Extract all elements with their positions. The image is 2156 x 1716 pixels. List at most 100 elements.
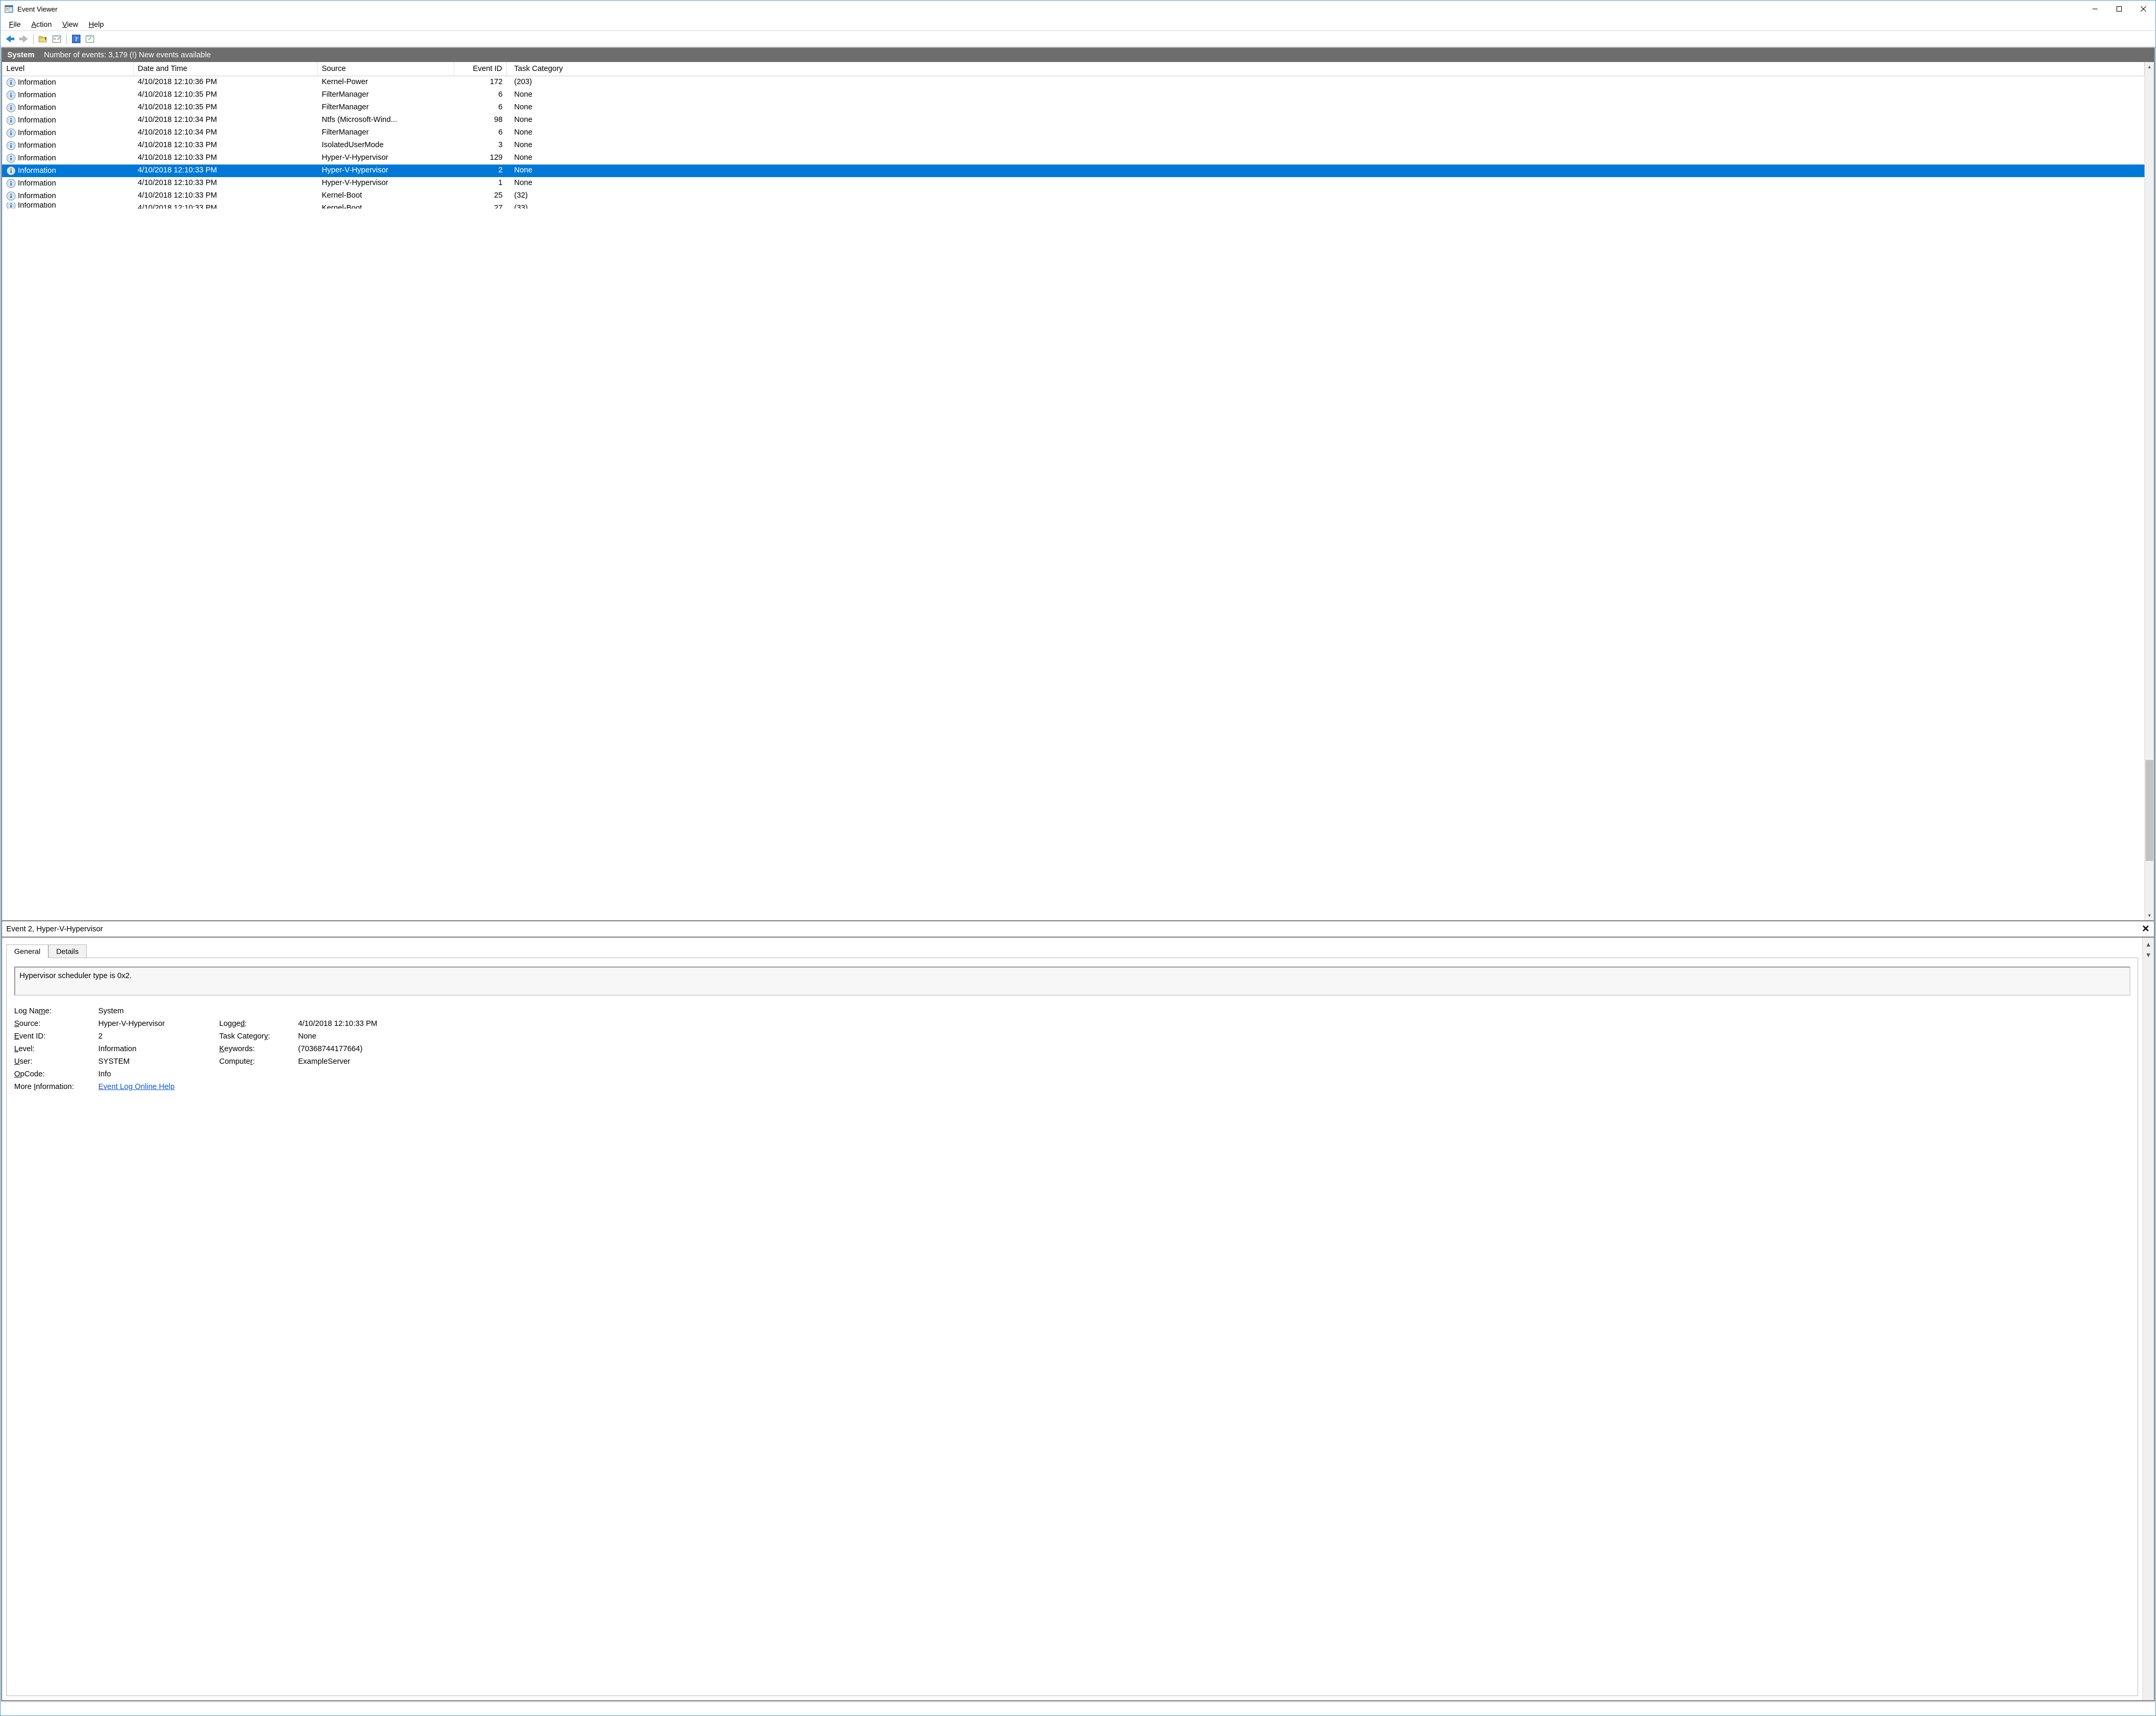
lbl-taskcat: Task Category:: [219, 1032, 298, 1041]
titlebar: Event Viewer: [1, 1, 2155, 17]
col-eventid[interactable]: Event ID: [454, 62, 507, 76]
scroll-up-icon[interactable]: ▴: [2145, 62, 2154, 71]
cell-taskcat: (203): [507, 76, 2144, 89]
col-taskcat[interactable]: Task Category: [507, 62, 2144, 76]
refresh-icon[interactable]: [84, 33, 96, 45]
properties-icon[interactable]: [50, 33, 63, 45]
col-source[interactable]: Source: [318, 62, 454, 76]
scroll-down-icon[interactable]: ▾: [2145, 911, 2154, 920]
tab-details[interactable]: Details: [48, 944, 87, 958]
cell-eventid: 6: [454, 101, 507, 114]
event-list-scrollbar[interactable]: ▴ ▾: [2144, 62, 2154, 920]
detail-close-button[interactable]: ✕: [2142, 923, 2150, 934]
cell-source: Hyper-V-Hypervisor: [318, 165, 454, 177]
cell-level: Information: [18, 192, 56, 200]
val-taskcat: None: [298, 1032, 2130, 1041]
cell-taskcat: (32): [507, 190, 2144, 202]
cell-level: Information: [18, 91, 56, 99]
scroll-up-small-icon[interactable]: ▲: [2145, 941, 2152, 948]
cell-source: FilterManager: [318, 89, 454, 101]
cell-level: Information: [18, 129, 56, 137]
val-source: Hyper-V-Hypervisor: [98, 1020, 219, 1028]
cell-date: 4/10/2018 12:10:33 PM: [134, 152, 318, 165]
detail-tabs: General Details: [2, 938, 2142, 958]
cell-taskcat: None: [507, 89, 2144, 101]
statusbar: [1, 1702, 2155, 1715]
cell-date: 4/10/2018 12:10:35 PM: [134, 101, 318, 114]
close-button[interactable]: [2131, 1, 2155, 17]
menu-file[interactable]: File: [4, 18, 26, 30]
up-level-icon[interactable]: [37, 33, 49, 45]
cell-level: Information: [18, 78, 56, 87]
tab-general[interactable]: General: [6, 944, 48, 958]
table-row[interactable]: Information 4/10/2018 12:10:33 PMHyper-V-…: [2, 177, 2144, 190]
table-row[interactable]: Information4/10/2018 12:10:33 PMKernel-B…: [2, 190, 2144, 202]
table-row[interactable]: Information4/10/2018 12:10:35 PMFilterMa…: [2, 89, 2144, 101]
table-row[interactable]: Information 4/10/2018 12:10:36 PMKernel-P…: [2, 76, 2144, 89]
cell-source: Kernel-Boot: [318, 190, 454, 202]
app-icon: [5, 5, 13, 13]
table-row[interactable]: Information4/10/2018 12:10:33 PMIsolated…: [2, 139, 2144, 152]
minimize-button[interactable]: [2083, 1, 2107, 17]
detail-title: Event 2, Hyper-V-Hypervisor: [6, 925, 103, 933]
val-computer: ExampleServer: [298, 1057, 2130, 1066]
window: Event Viewer File Action View Help: [0, 0, 2156, 1716]
svg-text:?: ?: [75, 35, 78, 43]
menu-view[interactable]: View: [57, 18, 84, 30]
val-logname: System: [98, 1007, 2130, 1015]
event-properties: Log Name: System Source: Hyper-V-Hypervi…: [14, 1007, 2130, 1091]
lbl-user: User:: [14, 1057, 98, 1066]
table-row[interactable]: Information4/10/2018 12:10:33 PMKernel-B…: [2, 202, 2144, 209]
col-level[interactable]: Level: [2, 62, 134, 76]
cell-source: Hyper-V-Hypervisor: [318, 177, 454, 190]
cell-taskcat: None: [507, 152, 2144, 165]
scroll-down-small-icon[interactable]: ▼: [2145, 951, 2152, 959]
log-count: Number of events: 3,179 (!) New events a…: [44, 51, 211, 59]
back-button[interactable]: [4, 33, 16, 45]
lbl-logged: Logged:: [219, 1020, 298, 1028]
log-name: System: [7, 51, 35, 59]
cell-eventid: 3: [454, 139, 507, 152]
table-row[interactable]: Information4/10/2018 12:10:35 PMFilterMa…: [2, 101, 2144, 114]
help-icon[interactable]: ?: [70, 33, 83, 45]
cell-date: 4/10/2018 12:10:36 PM: [134, 76, 318, 89]
maximize-button[interactable]: [2107, 1, 2131, 17]
cell-eventid: 6: [454, 89, 507, 101]
table-row[interactable]: Information4/10/2018 12:10:34 PMNtfs (Mi…: [2, 114, 2144, 127]
cell-date: 4/10/2018 12:10:33 PM: [134, 177, 318, 190]
menu-help[interactable]: Help: [84, 18, 109, 30]
menu-action[interactable]: Action: [26, 18, 57, 30]
cell-eventid: 129: [454, 152, 507, 165]
cell-date: 4/10/2018 12:10:34 PM: [134, 114, 318, 127]
cell-taskcat: None: [507, 101, 2144, 114]
window-title: Event Viewer: [17, 5, 57, 13]
detail-side-toolbar: ▲ ▼: [2142, 938, 2154, 1700]
table-row[interactable]: Information4/10/2018 12:10:33 PMHyper-V-…: [2, 165, 2144, 177]
table-row[interactable]: Information4/10/2018 12:10:33 PMHyper-V-…: [2, 152, 2144, 165]
event-description: Hypervisor scheduler type is 0x2.: [14, 967, 2130, 995]
val-logged: 4/10/2018 12:10:33 PM: [298, 1020, 2130, 1028]
event-list-header: System Number of events: 3,179 (!) New e…: [2, 48, 2154, 62]
forward-button[interactable]: [17, 33, 30, 45]
cell-taskcat: None: [507, 139, 2144, 152]
cell-source: FilterManager: [318, 127, 454, 139]
cell-level: Information: [18, 104, 56, 112]
cell-level: Information: [18, 154, 56, 162]
lbl-moreinfo: More Information:: [14, 1083, 98, 1091]
col-date[interactable]: Date and Time: [134, 62, 318, 76]
val-eventid: 2: [98, 1032, 219, 1041]
val-level: Information: [98, 1045, 219, 1053]
event-list-pane: System Number of events: 3,179 (!) New e…: [1, 47, 2155, 921]
cell-level: Information: [18, 179, 56, 188]
cell-eventid: 172: [454, 76, 507, 89]
cell-date: 4/10/2018 12:10:33 PM: [134, 139, 318, 152]
cell-eventid: 6: [454, 127, 507, 139]
cell-level: Information: [18, 116, 56, 125]
val-keywords: (70368744177664): [298, 1045, 2130, 1053]
content-area: System Number of events: 3,179 (!) New e…: [1, 47, 2155, 1702]
cell-source: Kernel-Power: [318, 76, 454, 89]
column-headers: Level Date and Time Source Event ID Task…: [2, 62, 2144, 76]
cell-date: 4/10/2018 12:10:34 PM: [134, 127, 318, 139]
table-row[interactable]: Information 4/10/2018 12:10:34 PMFilterMa…: [2, 127, 2144, 139]
link-event-log-help[interactable]: Event Log Online Help: [98, 1083, 175, 1091]
